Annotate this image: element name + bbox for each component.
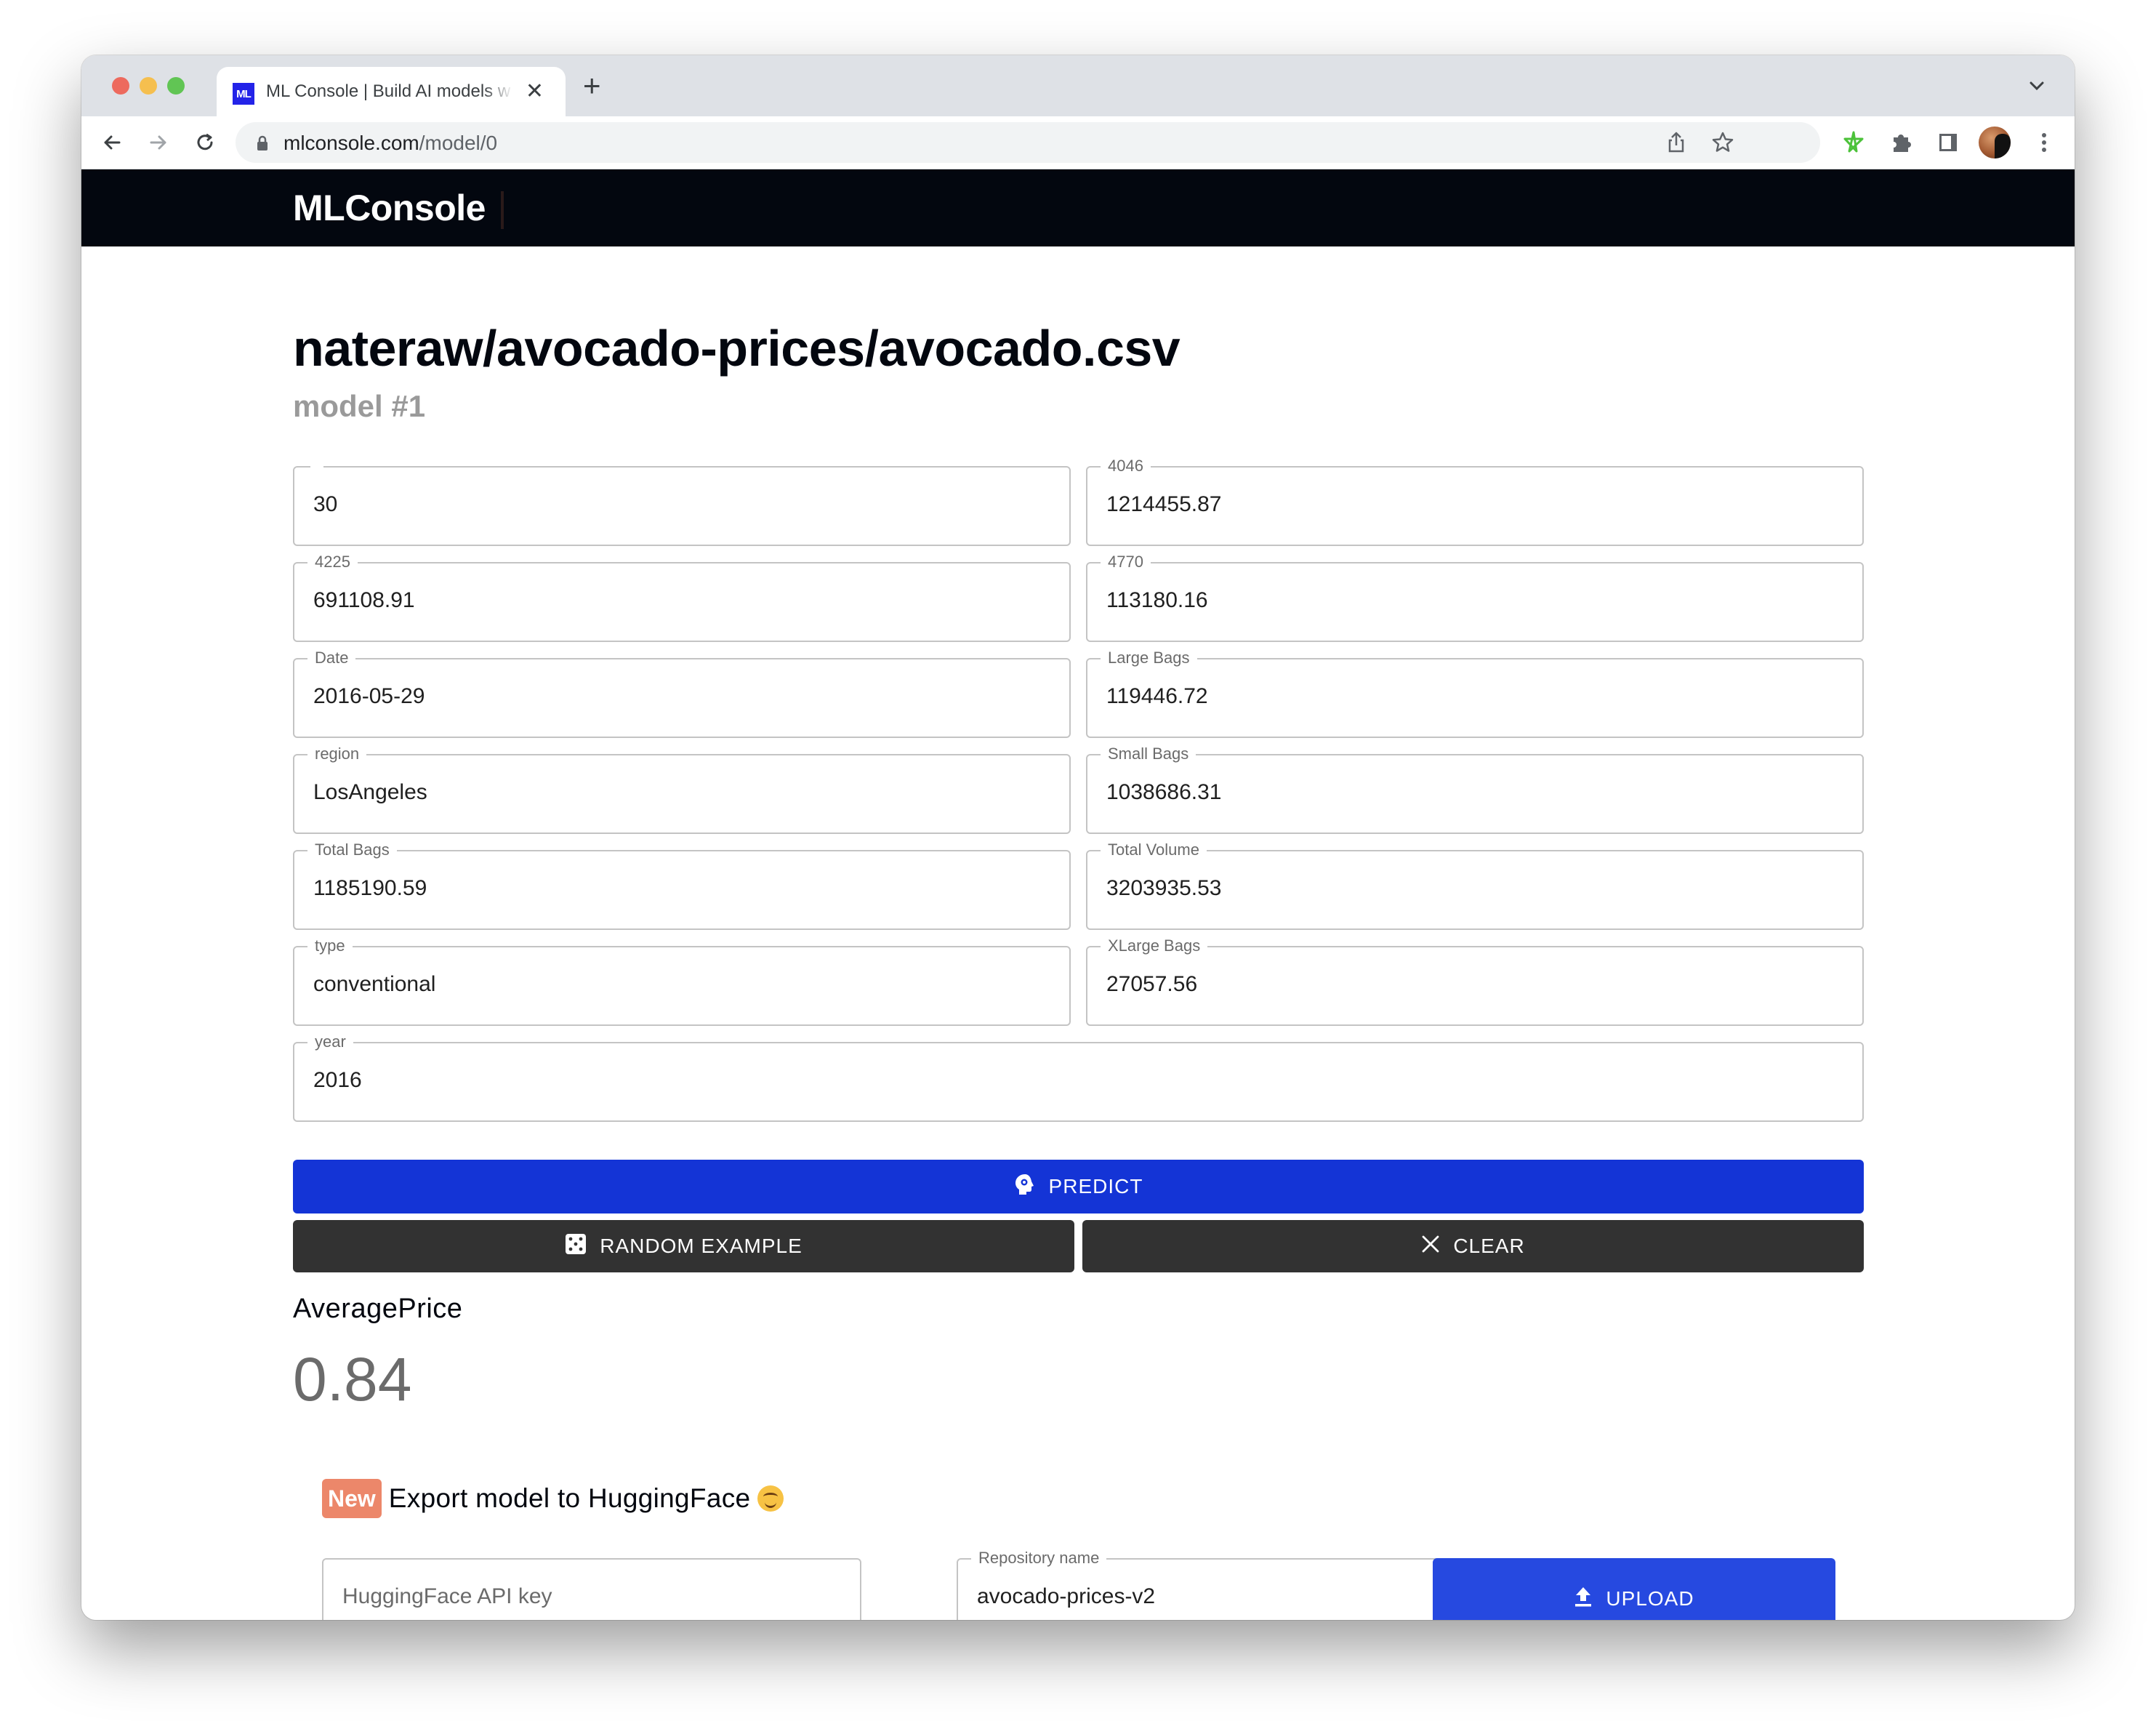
export-heading: New Export model to HuggingFace xyxy=(322,1479,784,1518)
field-large-bags[interactable]: Large Bags xyxy=(1086,648,1864,738)
browser-tab-active[interactable]: ML ML Console | Build AI models w ✕ xyxy=(217,67,566,116)
dice-icon xyxy=(565,1233,587,1260)
field-label: Date xyxy=(307,648,356,668)
field-year[interactable]: year xyxy=(293,1032,1864,1122)
field-label: type xyxy=(307,936,353,956)
close-x-icon xyxy=(1421,1235,1440,1259)
hugging-face-emoji-icon xyxy=(757,1485,784,1512)
profile-avatar[interactable] xyxy=(1979,127,2011,159)
field-input[interactable] xyxy=(313,876,1050,901)
mlconsole-favicon-icon: ML xyxy=(233,83,254,105)
field-input[interactable] xyxy=(1106,972,1843,997)
field-date[interactable]: Date xyxy=(293,648,1071,738)
field-input[interactable] xyxy=(1106,876,1843,901)
back-icon[interactable] xyxy=(97,128,126,157)
new-badge: New xyxy=(322,1479,382,1518)
forward-icon[interactable] xyxy=(144,128,173,157)
field-4225[interactable]: 4225 xyxy=(293,552,1071,642)
tab-strip: ML ML Console | Build AI models w ✕ + xyxy=(81,55,2075,116)
upload-label: UPLOAD xyxy=(1606,1587,1694,1610)
psychology-head-gear-icon xyxy=(1014,1173,1036,1201)
field-label: XLarge Bags xyxy=(1101,936,1208,956)
prediction-value: 0.84 xyxy=(293,1345,412,1413)
field-input[interactable] xyxy=(313,588,1050,613)
random-example-label: RANDOM EXAMPLE xyxy=(600,1235,803,1257)
field-label: region xyxy=(307,744,367,764)
prediction-target-label: AveragePrice xyxy=(293,1293,463,1324)
side-panel-icon[interactable] xyxy=(1934,128,1963,157)
clear-button[interactable]: CLEAR xyxy=(1082,1220,1864,1272)
extension-star-icon[interactable] xyxy=(1839,128,1868,157)
browser-window: ML ML Console | Build AI models w ✕ + ml… xyxy=(81,55,2075,1620)
field-small-bags[interactable]: Small Bags xyxy=(1086,744,1864,834)
field-label: Small Bags xyxy=(1101,744,1196,764)
field-label: Total Bags xyxy=(307,840,397,860)
field-label: Large Bags xyxy=(1101,648,1197,668)
browser-toolbar: mlconsole.com/model/0 xyxy=(81,116,2075,169)
field-input[interactable] xyxy=(1106,588,1843,613)
predict-label: PREDICT xyxy=(1048,1175,1143,1198)
api-key-input[interactable] xyxy=(342,1584,841,1609)
tab-title: ML Console | Build AI models w xyxy=(266,81,511,101)
window-close-button[interactable] xyxy=(112,77,129,95)
page-subtitle: model #1 xyxy=(293,389,426,423)
field-xlarge-bags[interactable]: XLarge Bags xyxy=(1086,936,1864,1026)
brand-logo[interactable]: MLConsole xyxy=(293,187,486,229)
brand-cursor xyxy=(501,191,504,229)
address-bar[interactable]: mlconsole.com/model/0 xyxy=(236,122,1820,163)
field-input[interactable] xyxy=(1106,492,1843,517)
share-icon[interactable] xyxy=(1663,129,1689,156)
field-label: Repository name xyxy=(971,1548,1107,1568)
random-example-button[interactable]: RANDOM EXAMPLE xyxy=(293,1220,1074,1272)
tab-list-chevron-icon[interactable] xyxy=(2024,73,2050,99)
field-input[interactable] xyxy=(313,684,1050,709)
huggingface-api-key-field[interactable] xyxy=(322,1558,861,1620)
url-host: mlconsole.com xyxy=(283,132,419,154)
url-text[interactable]: mlconsole.com/model/0 xyxy=(283,132,497,155)
lock-icon[interactable] xyxy=(253,134,272,153)
puzzle-extensions-icon[interactable] xyxy=(1887,128,1916,157)
avatar-figure xyxy=(1995,134,2011,159)
clear-label: CLEAR xyxy=(1453,1235,1525,1257)
predict-button[interactable]: PREDICT xyxy=(293,1160,1864,1213)
field-label: 4046 xyxy=(1101,456,1151,476)
more-menu-icon[interactable] xyxy=(2030,128,2059,157)
tab-close-icon[interactable]: ✕ xyxy=(526,79,544,105)
field-label xyxy=(310,465,323,469)
upload-button[interactable]: UPLOAD xyxy=(1433,1558,1835,1620)
window-zoom-button[interactable] xyxy=(167,77,185,95)
url-path: /model/0 xyxy=(419,132,498,154)
field-type[interactable]: type xyxy=(293,936,1071,1026)
field-total-volume[interactable]: Total Volume xyxy=(1086,840,1864,930)
repository-name-input[interactable] xyxy=(977,1584,1476,1609)
field-label: 4770 xyxy=(1101,552,1151,572)
window-minimize-button[interactable] xyxy=(140,77,157,95)
field-label: year xyxy=(307,1032,353,1052)
field-input[interactable] xyxy=(313,780,1050,805)
field-input[interactable] xyxy=(313,972,1050,997)
field-4046[interactable]: 4046 xyxy=(1086,456,1864,546)
new-tab-button[interactable]: + xyxy=(583,70,601,102)
export-title: Export model to HuggingFace xyxy=(388,1483,751,1513)
page-title: nateraw/avocado-prices/avocado.csv xyxy=(293,320,1180,377)
field-4770[interactable]: 4770 xyxy=(1086,552,1864,642)
field-input[interactable] xyxy=(313,492,1050,517)
field-total-bags[interactable]: Total Bags xyxy=(293,840,1071,930)
reload-icon[interactable] xyxy=(190,128,220,157)
upload-icon xyxy=(1574,1586,1593,1613)
bookmark-star-icon[interactable] xyxy=(1710,129,1736,156)
repository-name-field[interactable]: Repository name xyxy=(957,1548,1496,1620)
field-index[interactable] xyxy=(293,465,1071,546)
field-label: Total Volume xyxy=(1101,840,1207,860)
field-input[interactable] xyxy=(313,1068,1843,1093)
field-label: 4225 xyxy=(307,552,358,572)
field-input[interactable] xyxy=(1106,780,1843,805)
app-header: MLConsole xyxy=(81,169,2075,246)
field-region[interactable]: region xyxy=(293,744,1071,834)
field-input[interactable] xyxy=(1106,684,1843,709)
